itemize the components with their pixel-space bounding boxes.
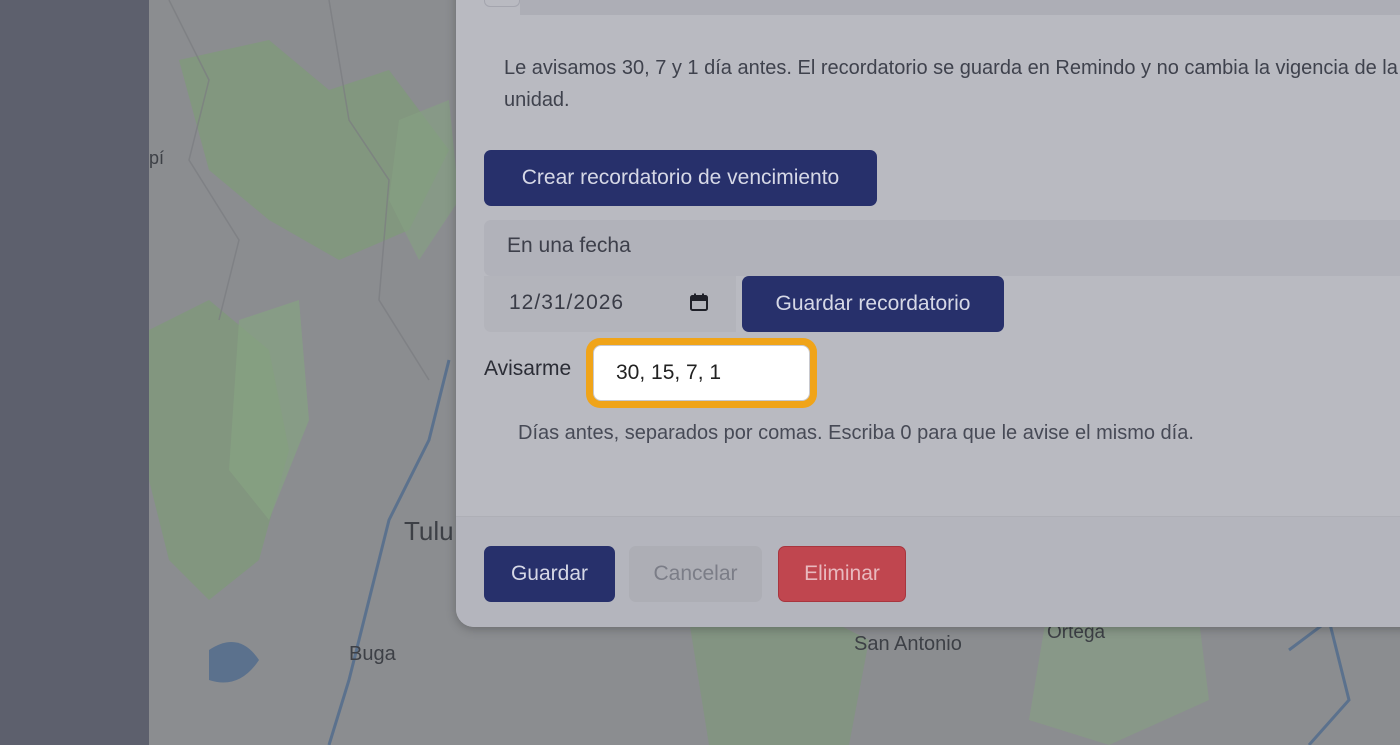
map-label: Buga — [349, 643, 396, 665]
save-button[interactable]: Guardar — [484, 546, 615, 602]
create-expiry-reminder-button[interactable]: Crear recordatorio de vencimiento — [484, 150, 877, 206]
sidebar-panel — [0, 0, 149, 745]
info-text: Le avisamos 30, 7 y 1 día antes. El reco… — [504, 57, 1398, 111]
dialog-top-strip — [520, 0, 1400, 15]
date-section-label: En una fecha — [507, 234, 631, 257]
map-label: Tulu — [404, 516, 454, 546]
days-help-text: Días antes, separados por comas. Escriba… — [518, 422, 1194, 444]
delete-button[interactable]: Eliminar — [778, 546, 906, 602]
cancel-button[interactable]: Cancelar — [629, 546, 762, 602]
avisarme-label: Avisarme — [484, 357, 572, 380]
date-input[interactable]: 12/31/2026 — [484, 276, 736, 332]
days-input-focus-ring — [586, 338, 817, 408]
reminder-dialog: Le avisamos 30, 7 y 1 día antes. El reco… — [456, 0, 1400, 627]
save-reminder-button[interactable]: Guardar recordatorio — [742, 276, 1004, 332]
dialog-top-control[interactable] — [484, 0, 520, 7]
dialog-footer: Guardar Cancelar Eliminar — [456, 516, 1400, 627]
days-before-input[interactable] — [593, 345, 810, 401]
calendar-icon[interactable] — [690, 293, 708, 311]
map-label: pí — [149, 148, 165, 168]
map-label: San Antonio — [854, 633, 962, 655]
date-value: 12/31/2026 — [509, 291, 625, 314]
